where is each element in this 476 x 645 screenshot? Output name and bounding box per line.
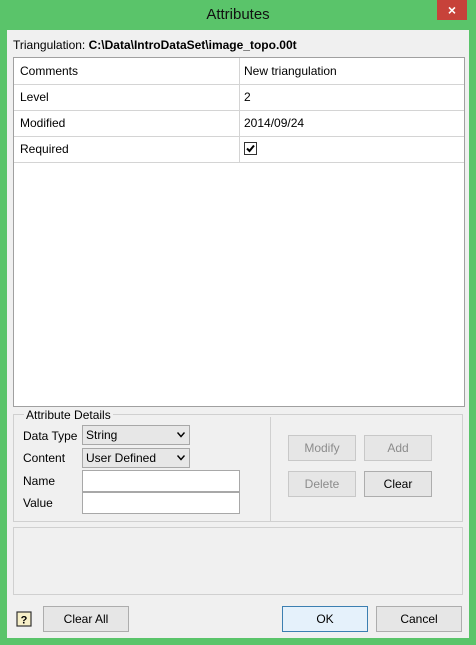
triangulation-path: C:\Data\IntroDataSet\image_topo.00t xyxy=(88,38,297,52)
triangulation-path-row: Triangulation: C:\Data\IntroDataSet\imag… xyxy=(13,38,297,52)
name-input[interactable] xyxy=(82,470,240,492)
grid-row[interactable]: Required xyxy=(14,136,464,163)
grid-row[interactable]: Level 2 xyxy=(14,84,464,111)
attributes-grid[interactable]: Comments New triangulation Level 2 Modif… xyxy=(13,57,465,407)
close-button[interactable]: × xyxy=(437,0,467,20)
triangulation-label: Triangulation: xyxy=(13,38,86,52)
attribute-name: Modified xyxy=(14,110,240,136)
grid-row[interactable]: Modified 2014/09/24 xyxy=(14,110,464,137)
modify-button[interactable]: Modify xyxy=(288,435,356,461)
add-button[interactable]: Add xyxy=(364,435,432,461)
clear-button[interactable]: Clear xyxy=(364,471,432,497)
cancel-button[interactable]: Cancel xyxy=(376,606,462,632)
check-icon xyxy=(246,144,255,153)
help-icon[interactable]: ? xyxy=(16,611,32,627)
title-bar[interactable]: Attributes × xyxy=(0,0,476,30)
value-label: Value xyxy=(23,496,53,510)
content-select[interactable]: User Defined xyxy=(82,448,190,468)
attribute-name: Comments xyxy=(14,58,240,84)
data-type-label: Data Type xyxy=(23,429,78,443)
attribute-details-legend: Attribute Details xyxy=(24,408,113,422)
data-type-select[interactable]: String xyxy=(82,425,190,445)
name-label: Name xyxy=(23,474,56,488)
attribute-value[interactable]: 2 xyxy=(240,84,464,110)
svg-text:?: ? xyxy=(21,615,28,627)
data-type-value: String xyxy=(86,428,118,442)
required-checkbox[interactable] xyxy=(244,142,257,155)
attribute-value[interactable]: 2014/09/24 xyxy=(240,110,464,136)
chevron-down-icon xyxy=(177,432,185,438)
attribute-value[interactable]: New triangulation xyxy=(240,58,464,84)
content-label: Content xyxy=(23,451,66,465)
details-divider xyxy=(270,417,271,521)
value-input[interactable] xyxy=(82,492,240,514)
ok-button[interactable]: OK xyxy=(282,606,368,632)
clear-all-button[interactable]: Clear All xyxy=(43,606,129,632)
chevron-down-icon xyxy=(177,455,185,461)
attribute-details-group: Attribute Details Data Type String Conte… xyxy=(13,408,463,522)
attribute-name: Required xyxy=(14,136,240,162)
delete-button[interactable]: Delete xyxy=(288,471,356,497)
attributes-window: Attributes × Triangulation: C:\Data\Intr… xyxy=(0,0,476,645)
status-panel xyxy=(13,527,463,595)
dialog-body: Triangulation: C:\Data\IntroDataSet\imag… xyxy=(7,30,469,638)
grid-row[interactable]: Comments New triangulation xyxy=(14,58,464,85)
content-value: User Defined xyxy=(86,451,157,465)
window-title: Attributes xyxy=(206,6,270,23)
attribute-name: Level xyxy=(14,84,240,110)
